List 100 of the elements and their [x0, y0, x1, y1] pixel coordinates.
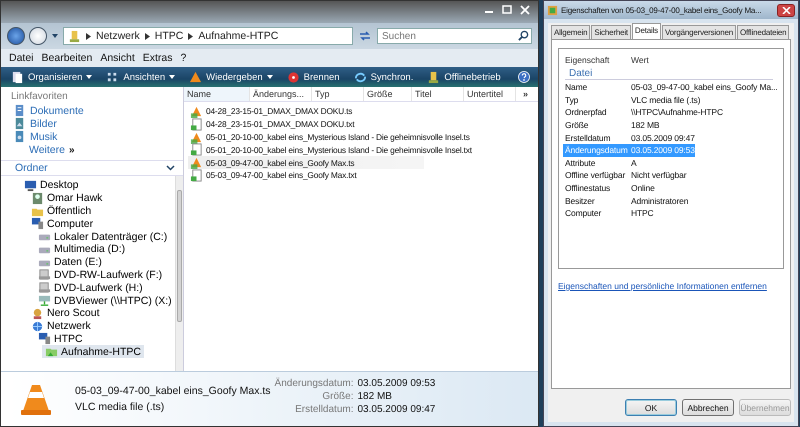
dialog-button[interactable]: Abbrechen [682, 399, 734, 416]
field-label: Änderungsdatum: [274, 378, 354, 389]
desktop-icon [24, 178, 37, 192]
folder-tree-item[interactable]: Computer [28, 217, 96, 230]
folder-tree-item[interactable]: Omar Hawk [28, 192, 106, 205]
folder-tree-item[interactable]: Nero Scout [28, 306, 103, 320]
file-name: 05-03_09-47-00_kabel eins_Goofy Max.ts [75, 385, 271, 397]
more-link[interactable]: Weitere [29, 144, 65, 156]
file-row[interactable]: 05-01_20-10-00_kabel eins_Mysterious Island - Die geheimnisvolle Insel.ts [188, 130, 472, 144]
music-icon [13, 130, 26, 143]
offline-icon [427, 70, 440, 84]
cone-file-icon [190, 156, 203, 170]
breadcrumb[interactable]: Netzwerk [96, 30, 140, 42]
tab[interactable]: Offlinedateien [737, 25, 790, 39]
pictures-icon [13, 117, 26, 130]
file-row[interactable]: 05-01_20-10-00_kabel eins_Mysterious Island - Die geheimnisvolle Insel.txt [188, 143, 474, 156]
property-row[interactable]: Attribute A [563, 156, 665, 170]
file-row[interactable]: 04-28_23-15-01_DMAX_DMAX DOKU.txt [188, 118, 356, 131]
property-row[interactable]: Name 05-03_09-47-00_kabel eins_Goofy Ma... [563, 81, 778, 94]
menu-item[interactable]: Ansicht [100, 51, 135, 65]
toolbar-button[interactable]: Ansichten [104, 70, 178, 84]
folder-tree-item[interactable]: Desktop [21, 179, 82, 192]
favorite-link[interactable]: Bilder [1, 117, 183, 130]
menu-item[interactable]: ? [180, 51, 186, 65]
column-header[interactable]: Wert [631, 54, 649, 64]
tab[interactable]: Allgemein [551, 25, 590, 39]
help-icon[interactable] [518, 71, 530, 83]
tab[interactable]: Sicherheit [591, 25, 631, 39]
dialog-button[interactable]: OK [625, 399, 677, 416]
toolbar-button[interactable]: Synchron. [352, 70, 416, 84]
menu-item[interactable]: Datei [9, 51, 34, 65]
group-header: Datei [565, 68, 773, 80]
toolbar-button[interactable]: Wiedergeben [187, 70, 275, 84]
toolbar-button[interactable]: Brennen [284, 70, 342, 84]
column-header[interactable]: Typ [312, 87, 364, 101]
scrollbar[interactable] [174, 176, 183, 371]
column-header[interactable]: Eigenschaft [565, 54, 631, 64]
organize-icon [11, 70, 24, 84]
property-row[interactable]: Ordnerpfad \\HTPC\Aufnahme-HTPC [563, 106, 723, 119]
close-icon [782, 6, 790, 14]
folder-tree-item[interactable]: Multimedia (D:) [35, 242, 128, 256]
close-button[interactable] [518, 3, 532, 13]
computer-icon [38, 332, 51, 346]
property-row[interactable]: Typ VLC media file (.ts) [563, 94, 700, 106]
back-button[interactable] [7, 27, 25, 45]
favorite-link[interactable]: Dokumente [1, 104, 183, 117]
chevron-icon [86, 32, 91, 40]
text-file-icon [190, 168, 203, 182]
property-row[interactable]: Offline verfügbar Nicht verfügbar [563, 169, 686, 182]
folders-header[interactable]: Ordner [1, 160, 183, 176]
folder-tree-item[interactable]: Lokaler Datenträger (C:) [35, 230, 170, 243]
folder-tree-item[interactable]: DVD-Laufwerk (H:) [35, 281, 146, 294]
toolbar-button[interactable]: Organisieren [9, 70, 94, 84]
section-title: Linkfavoriten [10, 90, 69, 104]
folder-tree-item[interactable]: HTPC [35, 332, 86, 346]
column-header[interactable]: Name [184, 87, 250, 101]
offline-icon [68, 30, 81, 42]
folder-tree-item[interactable]: DVBViewer (\\HTPC) (X:) [35, 294, 175, 307]
column-header[interactable]: Änderungs... [250, 87, 312, 101]
folder-tree-item[interactable]: DVD-RW-Laufwerk (F:) [35, 268, 166, 282]
toolbar-button[interactable]: Offlinebetrieb [425, 70, 503, 84]
address-bar[interactable]: Netzwerk HTPC Aufnahme-HTPC [63, 27, 353, 45]
file-row[interactable]: 05-03_09-47-00_kabel eins_Goofy Max.txt [188, 168, 358, 182]
field-label: Erstelldatum: [294, 404, 354, 415]
tab[interactable]: Details [632, 23, 661, 39]
property-row[interactable]: Besitzer Administratoren [563, 194, 688, 207]
folder-tree-item[interactable]: Daten (E:) [35, 256, 105, 269]
property-row[interactable]: Offlinestatus Online [563, 182, 665, 194]
folder-tree-item[interactable]: Öffentlich [28, 204, 94, 218]
property-row[interactable]: Computer HTPC [563, 206, 665, 220]
property-row[interactable]: Erstelldatum 03.05.2009 09:47 [563, 131, 695, 144]
tab[interactable]: Vorgängerversionen [662, 25, 736, 39]
menu-item[interactable]: Extras [142, 51, 173, 65]
search-icon[interactable] [518, 30, 529, 41]
close-button[interactable] [777, 4, 795, 16]
breadcrumb[interactable]: Aufnahme-HTPC [198, 30, 278, 42]
folder-tree-item[interactable]: Aufnahme-HTPC [42, 345, 144, 358]
folder-tree-item[interactable]: Netzwerk [28, 320, 94, 333]
chevron-icon [166, 165, 175, 171]
user-folder-icon [31, 192, 44, 205]
maximize-button[interactable] [500, 3, 514, 13]
window-title: Eigenschaften von 05-03_09-47-00_kabel eins_Goofy Ma... [561, 6, 762, 14]
file-row[interactable]: 05-03_09-47-00_kabel eins_Goofy Max.ts [188, 156, 424, 169]
breadcrumb[interactable]: HTPC [154, 30, 184, 42]
column-header[interactable]: Größe [364, 87, 412, 101]
document-icon [547, 4, 558, 16]
file-row[interactable]: 04-28_23-15-01_DMAX_DMAX DOKU.ts [188, 105, 354, 118]
column-header[interactable]: Titel [412, 87, 464, 101]
forward-button[interactable] [29, 27, 47, 45]
optical-drive-icon [38, 268, 51, 282]
traffic-cone-icon [21, 382, 51, 416]
optical-drive-icon [38, 281, 51, 294]
search-field[interactable]: Suchen [377, 28, 532, 44]
field-value: 182 MB [358, 391, 393, 402]
menu-item[interactable]: Bearbeiten [42, 51, 92, 65]
caret-icon[interactable] [51, 32, 59, 40]
favorite-link[interactable]: Musik [1, 130, 183, 143]
property-row[interactable]: Größe 182 MB [563, 118, 665, 132]
remove-properties-link[interactable]: Eigenschaften und persönliche Informationen entfernen [558, 281, 767, 291]
documents-icon [13, 104, 26, 117]
